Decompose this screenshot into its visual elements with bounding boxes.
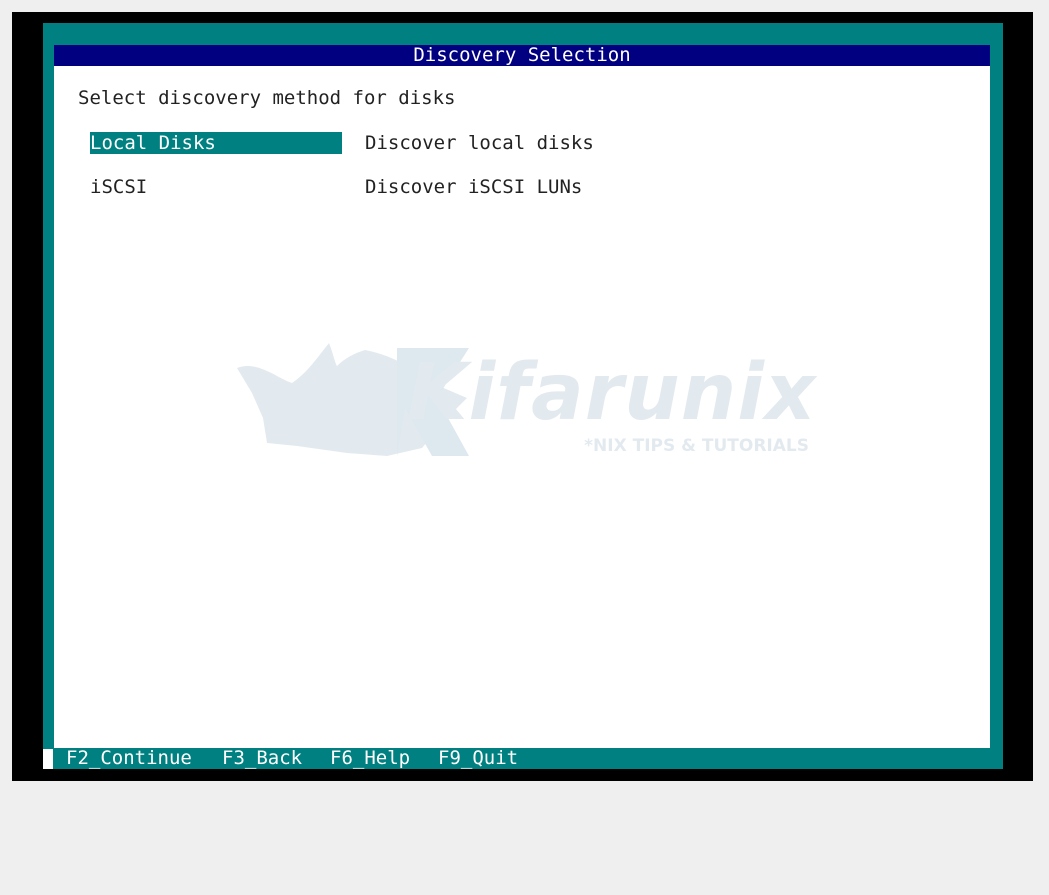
option-local-disks[interactable]: Local Disks bbox=[90, 132, 342, 154]
console-screen: Discovery Selection Select discovery met… bbox=[12, 12, 1033, 781]
f2-continue-key[interactable]: F2_Continue bbox=[66, 748, 192, 769]
watermark-tagline: *NIX TIPS & TUTORIALS bbox=[584, 436, 809, 456]
f6-help-key[interactable]: F6_Help bbox=[330, 748, 410, 769]
dialog-title: Discovery Selection bbox=[54, 45, 990, 66]
function-key-bar: F2_Continue F3_Back F6_Help F9_Quit bbox=[43, 748, 1003, 769]
option-iscsi[interactable]: iSCSI bbox=[90, 176, 342, 198]
option-local-disks-description: Discover local disks bbox=[365, 132, 594, 154]
watermark-brand: Kifarunix bbox=[407, 348, 817, 438]
f9-quit-key[interactable]: F9_Quit bbox=[438, 748, 518, 769]
kifarunix-watermark: Kifarunix *NIX TIPS & TUTORIALS bbox=[237, 338, 817, 468]
text-cursor bbox=[43, 749, 53, 769]
f3-back-key[interactable]: F3_Back bbox=[222, 748, 302, 769]
discovery-dialog: Discovery Selection Select discovery met… bbox=[54, 45, 990, 748]
option-iscsi-description: Discover iSCSI LUNs bbox=[365, 176, 583, 198]
installer-frame: Discovery Selection Select discovery met… bbox=[43, 23, 1003, 769]
discovery-prompt: Select discovery method for disks bbox=[78, 87, 456, 109]
